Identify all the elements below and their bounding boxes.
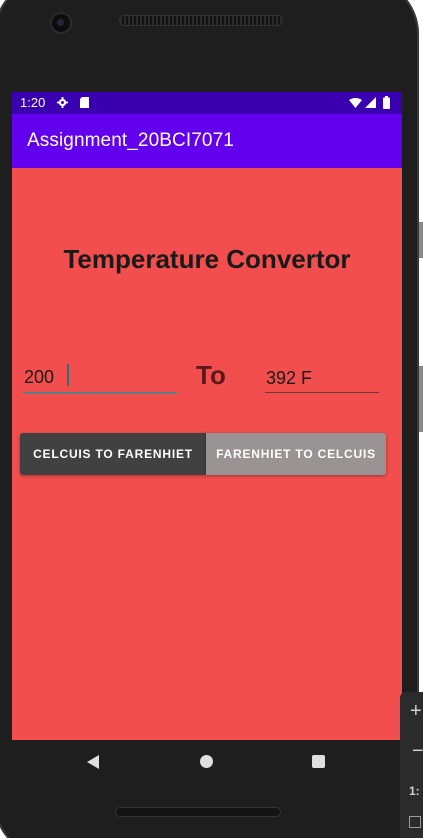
emulator-stage: 1:20 Assignment_20BCI7071 Temperature Co… [0,0,423,838]
gear-icon [57,97,68,108]
sd-card-icon [80,97,89,108]
recents-icon[interactable] [312,755,325,768]
page-title: Temperature Convertor [63,244,351,274]
front-camera-icon [52,14,70,32]
status-time: 1:20 [20,95,46,110]
device-screen: 1:20 Assignment_20BCI7071 Temperature Co… [12,92,402,740]
to-label: To [196,360,226,390]
earpiece-speaker [120,16,282,25]
zoom-in-icon[interactable]: + [410,700,422,723]
battery-icon [383,96,390,109]
bottom-speaker [116,808,280,816]
edge-strip [419,366,423,432]
home-icon[interactable] [200,755,213,768]
cell-signal-icon [365,97,376,108]
app-title: Assignment_20BCI7071 [27,130,234,151]
fit-screen-icon[interactable] [409,816,421,828]
result-field[interactable]: 392 F [265,362,379,393]
actual-size-icon[interactable]: 1: [409,784,420,798]
celsius-input-value: 200 [24,367,55,387]
back-icon[interactable] [86,755,100,769]
emulator-side-toolbar: + − 1: [400,692,423,838]
edge-strip [419,222,423,258]
app-bar: Assignment_20BCI7071 [12,114,402,168]
wifi-icon [349,98,362,108]
zoom-out-icon[interactable]: − [412,740,423,763]
text-cursor [67,364,69,386]
navigation-bar [12,740,402,784]
celsius-to-fahrenheit-button[interactable]: CELCUIS TO FARENHIET [20,433,206,475]
fahrenheit-to-celsius-button[interactable]: FARENHIET TO CELCUIS [206,433,386,475]
result-value: 392 F [266,368,313,388]
status-bar: 1:20 [12,92,402,114]
celsius-input[interactable]: 200 [23,360,177,394]
